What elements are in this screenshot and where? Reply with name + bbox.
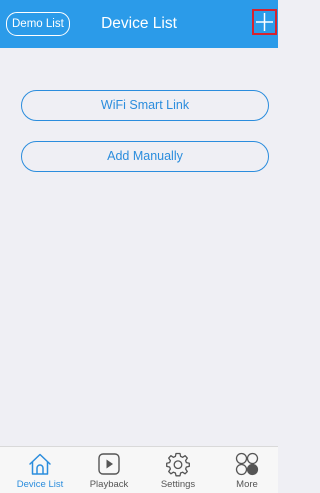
play-icon bbox=[98, 453, 120, 475]
wifi-smart-link-button[interactable]: WiFi Smart Link bbox=[21, 90, 269, 121]
tab-device-list[interactable]: Device List bbox=[8, 447, 72, 493]
tab-more[interactable]: More bbox=[215, 447, 279, 493]
grid-icon bbox=[235, 452, 259, 476]
tab-playback-label: Playback bbox=[89, 479, 129, 490]
plus-icon bbox=[256, 13, 273, 31]
tab-more-label: More bbox=[236, 479, 258, 490]
demo-list-button[interactable]: Demo List bbox=[6, 12, 70, 36]
gear-icon bbox=[166, 452, 190, 477]
add-device-button[interactable] bbox=[252, 9, 277, 35]
navigation-bar: Demo List Device List bbox=[0, 0, 278, 48]
tab-playback[interactable]: Playback bbox=[77, 447, 141, 493]
add-manually-button[interactable]: Add Manually bbox=[21, 141, 269, 172]
tab-settings[interactable]: Settings bbox=[146, 447, 210, 493]
tab-bar: Device List Playback Settings More bbox=[0, 446, 278, 493]
tab-device-list-label: Device List bbox=[16, 479, 64, 490]
tab-settings-label: Settings bbox=[160, 479, 196, 490]
home-icon bbox=[29, 453, 51, 475]
